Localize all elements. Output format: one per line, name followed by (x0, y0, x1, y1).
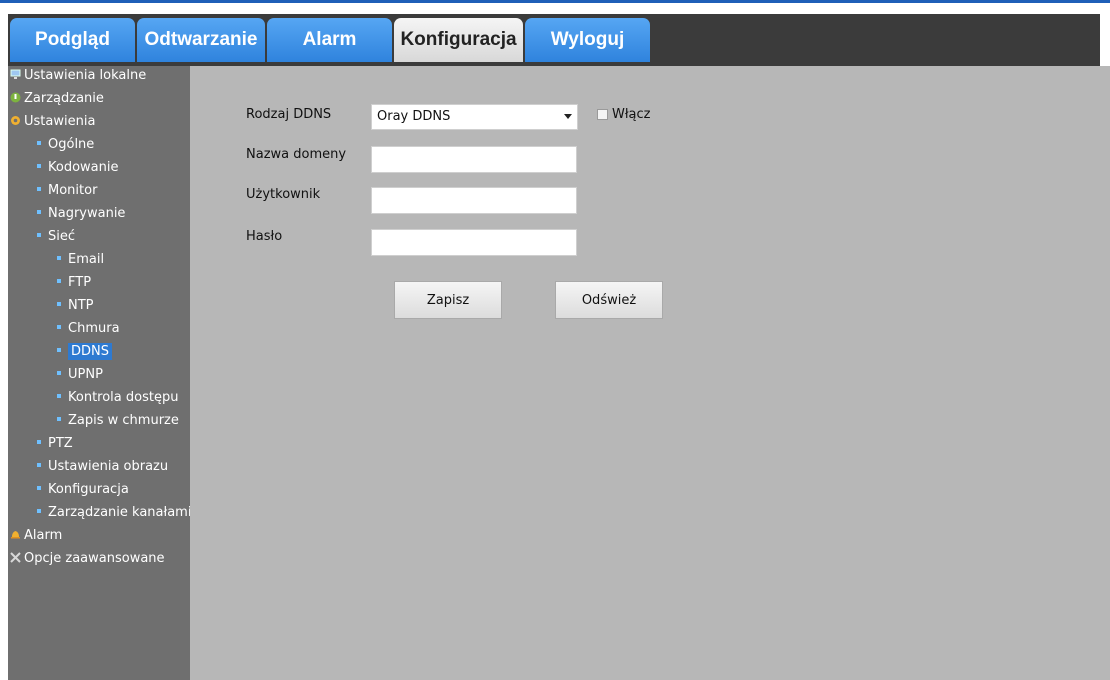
sidebar-item-label: Ustawienia (24, 114, 96, 129)
sidebar-item-label: UPNP (68, 367, 103, 382)
sidebar-item-ptz[interactable]: PTZ (37, 434, 73, 454)
tab-podglad[interactable]: Podgląd (10, 18, 135, 62)
enable-checkbox[interactable] (597, 109, 608, 120)
sidebar-item-ddns[interactable]: DDNS (57, 342, 112, 362)
tab-wyloguj[interactable]: Wyloguj (525, 18, 650, 62)
bullet-icon (37, 141, 41, 145)
sidebar-item-zarzadzanie-kanalami[interactable]: Zarządzanie kanałami (37, 503, 191, 523)
sidebar-item-label: DDNS (68, 343, 112, 360)
bullet-icon (57, 256, 61, 260)
bullet-icon (37, 210, 41, 214)
bullet-icon (37, 509, 41, 513)
sidebar-item-label: Monitor (48, 183, 98, 198)
bullet-icon (57, 325, 61, 329)
sidebar-item-kodowanie[interactable]: Kodowanie (37, 158, 118, 178)
bell-icon (10, 527, 21, 539)
sidebar-item-opcje-zaawansowane[interactable]: Opcje zaawansowane (10, 549, 165, 569)
sidebar-item-label: NTP (68, 298, 94, 313)
sidebar-item-ntp[interactable]: NTP (57, 296, 94, 316)
sidebar-item-kontrola-dostepu[interactable]: Kontrola dostępu (57, 388, 178, 408)
domain-name-label: Nazwa domeny (246, 147, 347, 162)
sidebar-item-label: Kontrola dostępu (68, 390, 179, 405)
password-field[interactable] (371, 229, 577, 256)
bullet-icon (37, 440, 41, 444)
tab-alarm[interactable]: Alarm (267, 18, 392, 62)
ddns-type-value: Oray DDNS (377, 109, 451, 124)
bullet-icon (57, 279, 61, 283)
gear-icon (10, 113, 21, 125)
save-button[interactable]: Zapisz (394, 281, 502, 319)
sidebar-item-ustawienia[interactable]: Ustawienia (10, 112, 95, 132)
sidebar-item-label: Ustawienia obrazu (48, 459, 169, 474)
tab-konfiguracja[interactable]: Konfiguracja (394, 18, 523, 62)
sidebar-item-monitor[interactable]: Monitor (37, 181, 97, 201)
bullet-icon (37, 463, 41, 467)
password-label: Hasło (246, 229, 283, 244)
sidebar-item-label: Konfiguracja (48, 482, 129, 497)
bullet-icon (37, 187, 41, 191)
bullet-icon (37, 233, 41, 237)
sidebar-item-label: Ustawienia lokalne (24, 68, 147, 83)
sidebar-item-ogolne[interactable]: Ogólne (37, 135, 94, 155)
bullet-icon (37, 486, 41, 490)
sidebar-item-zarzadzanie[interactable]: Zarządzanie (10, 89, 104, 109)
username-label: Użytkownik (246, 187, 321, 202)
sidebar-item-label: FTP (68, 275, 92, 290)
chevron-down-icon (564, 114, 572, 119)
sidebar-item-label: Kodowanie (48, 160, 119, 175)
sidebar-item-ustawienia-lokalne[interactable]: Ustawienia lokalne (10, 66, 146, 86)
sidebar-item-label: Chmura (68, 321, 120, 336)
sidebar-item-label: Nagrywanie (48, 206, 126, 221)
sidebar-item-label: PTZ (48, 436, 73, 451)
sidebar-item-label: Email (68, 252, 105, 267)
sidebar-item-label: Zapis w chmurze (68, 413, 179, 428)
tools-icon (10, 550, 21, 563)
bullet-icon (57, 302, 61, 306)
sidebar-item-upnp[interactable]: UPNP (57, 365, 103, 385)
domain-name-field[interactable] (371, 146, 577, 173)
sidebar-item-konfiguracja[interactable]: Konfiguracja (37, 480, 129, 500)
sidebar-item-label: Zarządzanie kanałami (48, 505, 192, 520)
sidebar-item-ftp[interactable]: FTP (57, 273, 91, 293)
username-field[interactable] (371, 187, 577, 214)
bullet-icon (57, 348, 61, 352)
bullet-icon (57, 417, 61, 421)
sidebar-item-label: Alarm (24, 528, 63, 543)
ddns-type-label: Rodzaj DDNS (246, 107, 332, 122)
bullet-icon (37, 164, 41, 168)
sidebar-item-label: Ogólne (48, 137, 95, 152)
sidebar-item-chmura[interactable]: Chmura (57, 319, 120, 339)
sidebar-item-ustawienia-obrazu[interactable]: Ustawienia obrazu (37, 457, 168, 477)
top-accent-line (0, 0, 1110, 3)
sidebar-item-alarm[interactable]: Alarm (10, 526, 62, 546)
sidebar-item-siec[interactable]: Sieć (37, 227, 75, 247)
sidebar-item-label: Zarządzanie (24, 91, 104, 106)
top-navigation-bar: Podgląd Odtwarzanie Alarm Konfiguracja W… (8, 14, 1100, 66)
sidebar-item-label: Sieć (48, 229, 76, 244)
bullet-icon (57, 394, 61, 398)
sidebar-item-label: Opcje zaawansowane (24, 551, 165, 566)
tab-odtwarzanie[interactable]: Odtwarzanie (137, 18, 265, 62)
sidebar-item-zapis-w-chmurze[interactable]: Zapis w chmurze (57, 411, 179, 431)
bullet-icon (57, 371, 61, 375)
sidebar-item-email[interactable]: Email (57, 250, 104, 270)
monitor-icon (10, 67, 21, 79)
sidebar-item-nagrywanie[interactable]: Nagrywanie (37, 204, 125, 224)
sidebar: Ustawienia lokalne Zarządzanie Ustawieni… (8, 66, 191, 680)
ddns-type-select[interactable]: Oray DDNS (371, 104, 578, 130)
shield-icon (10, 90, 21, 103)
refresh-button[interactable]: Odśwież (555, 281, 663, 319)
enable-label: Włącz (612, 107, 651, 122)
